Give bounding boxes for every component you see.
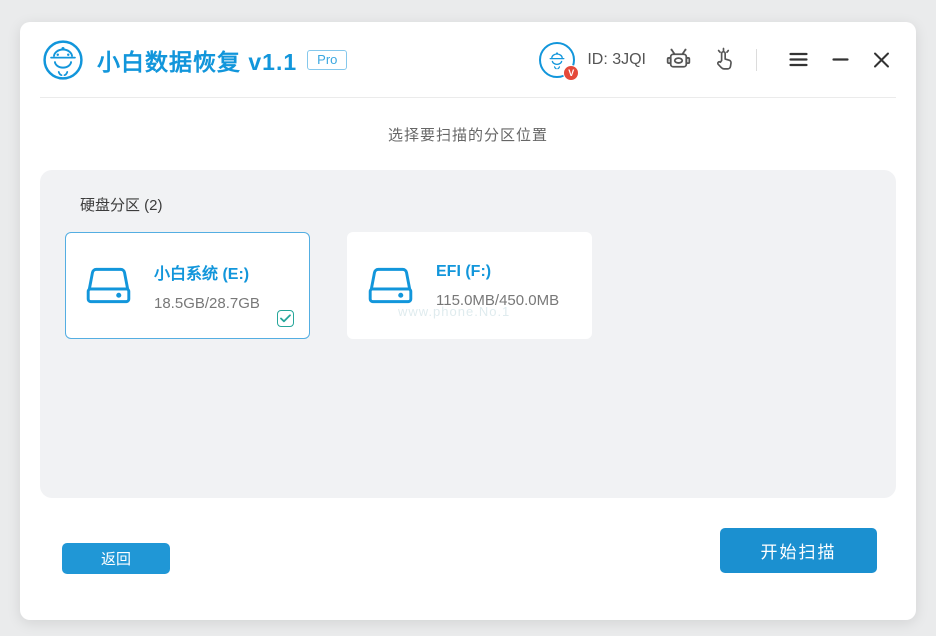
partition-checkbox-checked[interactable] [277, 310, 294, 327]
back-button[interactable]: 返回 [62, 543, 170, 574]
pro-badge: Pro [307, 49, 348, 70]
hard-drive-icon [368, 265, 413, 306]
titlebar: 小白数据恢复 v1.1 Pro V ID: 3JQI [40, 22, 896, 98]
page-title: 选择要扫描的分区位置 [387, 126, 548, 144]
partition-name: EFI (F:) [436, 262, 492, 280]
hand-click-icon[interactable] [711, 47, 736, 72]
start-scan-button[interactable]: 开始扫描 [720, 528, 877, 573]
desktop-background: 小白数据恢复 v1.1 Pro V ID: 3JQI 选择要扫描的分区位置 硬盘… [0, 0, 936, 636]
panel-label: 硬盘分区 (2) [80, 197, 163, 214]
titlebar-divider [756, 48, 757, 71]
partition-cards: 小白系统 (E:) 18.5GB/28.7GB EFI (F:) 115.0MB… [65, 232, 896, 339]
partition-size: 18.5GB/28.7GB [154, 294, 260, 312]
partition-card-e[interactable]: 小白系统 (E:) 18.5GB/28.7GB [65, 232, 310, 339]
user-id: ID: 3JQI [587, 50, 646, 68]
partition-info: 小白系统 (E:) 18.5GB/28.7GB [154, 260, 260, 312]
app-logo-icon [42, 39, 84, 81]
hamburger-menu-icon[interactable] [785, 48, 812, 71]
partition-size: 115.0MB/450.0MB [436, 291, 560, 309]
close-button[interactable] [869, 48, 894, 72]
brand: 小白数据恢复 v1.1 Pro [42, 39, 348, 81]
minimize-button[interactable] [828, 48, 853, 71]
app-window: 小白数据恢复 v1.1 Pro V ID: 3JQI 选择要扫描的分区位置 硬盘… [20, 22, 916, 620]
titlebar-right: V ID: 3JQI [539, 41, 894, 81]
partition-card-f[interactable]: EFI (F:) 115.0MB/450.0MB www.phone.No.1 [347, 232, 592, 339]
hard-drive-icon [86, 265, 131, 306]
partitions-panel: 硬盘分区 (2) 小白系统 (E:) 18.5GB/28.7GB EFI (F:… [40, 170, 896, 498]
user-avatar[interactable]: V [539, 41, 580, 81]
app-title: 小白数据恢复 v1.1 [97, 48, 298, 75]
vip-badge: V [563, 64, 580, 81]
heading-row: 选择要扫描的分区位置 [20, 98, 916, 170]
robot-icon[interactable] [666, 47, 691, 72]
partition-name: 小白系统 (E:) [154, 265, 250, 283]
partition-info: EFI (F:) 115.0MB/450.0MB [436, 263, 559, 309]
